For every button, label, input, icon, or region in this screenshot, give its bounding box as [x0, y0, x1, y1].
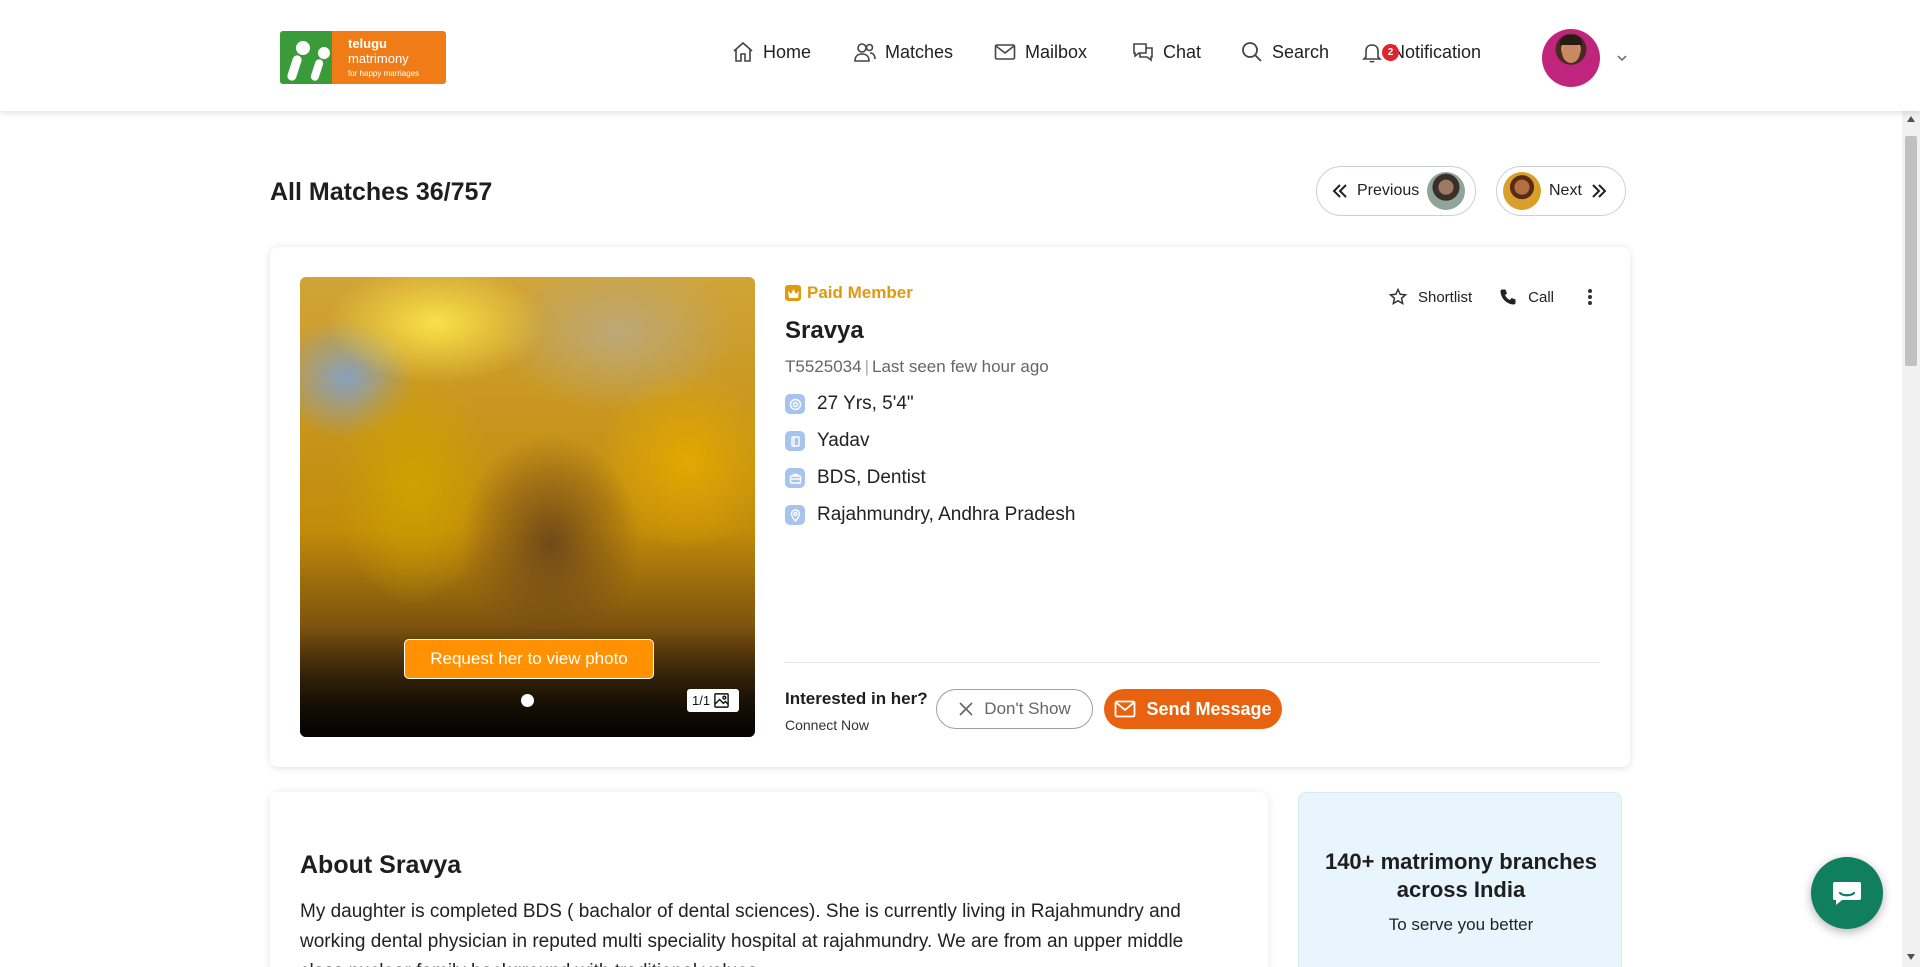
- branches-subtitle: To serve you better: [1388, 915, 1534, 934]
- star-icon: [1388, 287, 1408, 306]
- nav-home[interactable]: Home: [731, 36, 811, 68]
- detail-age-height: 27 Yrs, 5'4": [785, 393, 914, 415]
- more-options-button[interactable]: [1580, 287, 1600, 307]
- interested-heading: Interested in her?: [785, 689, 928, 708]
- call-button[interactable]: Call: [1498, 287, 1554, 307]
- mail-icon: [1115, 700, 1136, 718]
- send-message-button[interactable]: Send Message: [1104, 689, 1282, 729]
- top-header: telugu matrimony for happy marriages Hom…: [0, 0, 1920, 111]
- detail-location: Rajahmundry, Andhra Pradesh: [785, 504, 1075, 526]
- community-icon: [785, 431, 805, 451]
- branches-card[interactable]: 140+ matrimony branches across India To …: [1298, 792, 1622, 967]
- previous-label: Previous: [1357, 182, 1420, 199]
- detail-caste-text: Yadav: [817, 430, 870, 451]
- nav-chat[interactable]: Chat: [1131, 36, 1201, 68]
- page-title: All Matches 36/757: [270, 178, 493, 206]
- crown-icon: [785, 285, 801, 301]
- next-label: Next: [1549, 182, 1582, 199]
- profile-name: Sravya: [785, 317, 864, 344]
- chat-icon: [1133, 43, 1153, 62]
- next-profile-thumbnail: [1503, 172, 1541, 210]
- profile-photo-blurred[interactable]: Request her to view photo 1/1: [300, 277, 755, 737]
- logo-tagline: for happy marriages: [348, 69, 420, 78]
- shortlist-label: Shortlist: [1417, 288, 1473, 306]
- double-chevron-left-icon: [1332, 184, 1347, 198]
- nav-matches[interactable]: Matches: [853, 36, 953, 68]
- profile-card: Request her to view photo 1/1 Paid Membe…: [270, 247, 1630, 767]
- detail-age-height-text: 27 Yrs, 5'4": [817, 393, 914, 414]
- detail-location-text: Rajahmundry, Andhra Pradesh: [817, 504, 1076, 525]
- about-text: My daughter is completed BDS ( bachalor …: [300, 901, 1184, 967]
- nav-chat-label: Chat: [1163, 41, 1202, 62]
- scroll-thumb[interactable]: [1905, 136, 1917, 366]
- photo-count-text: 1/1: [692, 693, 711, 708]
- call-label: Call: [1528, 288, 1554, 306]
- home-icon: [733, 41, 753, 62]
- bell-icon: [1362, 44, 1382, 63]
- branches-title: 140+ matrimony branches across India: [1324, 849, 1598, 902]
- double-chevron-right-icon: [1592, 184, 1607, 198]
- nav-mailbox[interactable]: Mailbox: [993, 36, 1087, 68]
- notification-count-badge: 2: [1382, 44, 1399, 61]
- profile-info: Paid Member Sravya T5525034 | Last seen fe…: [785, 277, 1600, 737]
- send-message-label: Send Message: [1146, 698, 1272, 719]
- nav-matches-label: Matches: [885, 41, 954, 62]
- card-divider: [785, 662, 1600, 663]
- nav-search-label: Search: [1272, 41, 1330, 62]
- vertical-dots-icon: [1588, 289, 1592, 305]
- logo-head-2: [318, 47, 330, 59]
- previous-profile-thumbnail: [1427, 172, 1466, 210]
- logo-head-1: [296, 41, 310, 55]
- detail-caste: Yadav: [785, 430, 869, 452]
- shortlist-button[interactable]: Shortlist: [1388, 287, 1472, 307]
- about-title: About Sravya: [300, 851, 462, 879]
- chevron-down-icon[interactable]: [1612, 48, 1632, 68]
- chat-support-button[interactable]: [1811, 857, 1883, 929]
- search-icon: [1242, 42, 1262, 62]
- scroll-up-arrow[interactable]: [1907, 116, 1915, 122]
- request-photo-button[interactable]: Request her to view photo: [404, 639, 654, 679]
- phone-icon: [1500, 289, 1516, 305]
- about-card: About Sravya My daughter is completed BD…: [270, 792, 1268, 967]
- previous-profile-button[interactable]: Previous: [1316, 166, 1476, 216]
- profile-actions: Shortlist Call: [1388, 287, 1600, 307]
- logo-text-matrimony: matrimony: [348, 51, 409, 66]
- location-pin-icon: [785, 505, 805, 525]
- logo-text-telugu: telugu: [348, 36, 387, 51]
- page-scrollbar[interactable]: [1902, 111, 1920, 967]
- dont-show-label: Don't Show: [984, 699, 1071, 718]
- briefcase-icon: [785, 468, 805, 488]
- nav-notification[interactable]: 2 Notification: [1360, 36, 1481, 68]
- telugu-matrimony-logo[interactable]: telugu matrimony for happy marriages: [280, 31, 446, 84]
- photo-carousel-dot[interactable]: [521, 694, 534, 707]
- close-icon: [959, 702, 973, 716]
- nav-mailbox-label: Mailbox: [1025, 41, 1088, 62]
- chat-bubble-icon: [1833, 882, 1861, 905]
- photo-count-badge[interactable]: 1/1: [687, 689, 739, 712]
- user-avatar[interactable]: [1542, 29, 1600, 87]
- nav-home-label: Home: [763, 41, 812, 62]
- paid-member-badge: Paid Member: [785, 283, 913, 303]
- last-seen: Last seen few hour ago: [872, 357, 1049, 376]
- profile-id: T5525034: [785, 357, 862, 376]
- scroll-down-arrow[interactable]: [1907, 954, 1915, 960]
- profile-meta: T5525034 | Last seen few hour ago: [785, 357, 1049, 377]
- mail-icon: [994, 44, 1016, 60]
- nav-search[interactable]: Search: [1240, 36, 1329, 68]
- connect-now-text: Connect Now: [785, 717, 870, 733]
- next-profile-button[interactable]: Next: [1496, 166, 1626, 216]
- detail-education-text: BDS, Dentist: [817, 467, 926, 488]
- meta-separator: |: [864, 357, 869, 376]
- detail-education: BDS, Dentist: [785, 467, 926, 489]
- gallery-icon: [714, 693, 729, 708]
- avatar-hair: [1560, 35, 1582, 45]
- dont-show-button[interactable]: Don't Show: [936, 689, 1093, 729]
- people-icon: [854, 43, 876, 62]
- age-icon: [785, 394, 805, 414]
- paid-member-label: Paid Member: [807, 283, 913, 302]
- nav-notification-label: Notification: [1392, 41, 1482, 62]
